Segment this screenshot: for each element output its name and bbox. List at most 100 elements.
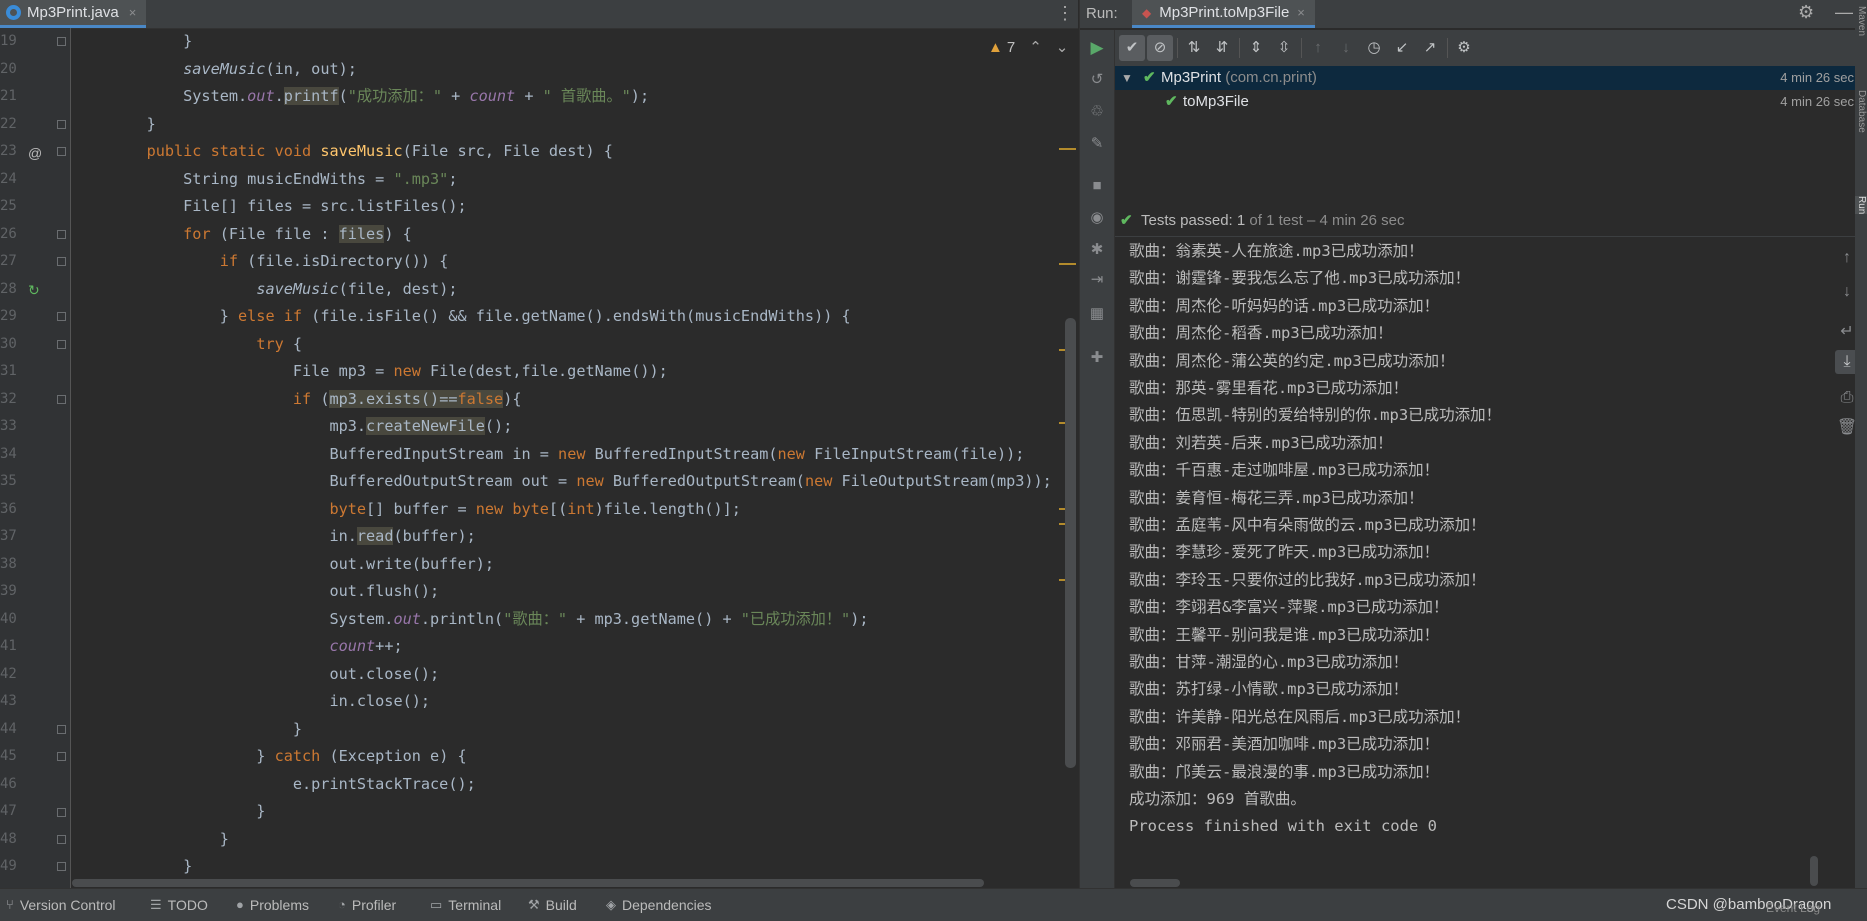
line-number: 49 [0,858,17,874]
editor-vertical-scrollbar[interactable] [1065,318,1076,768]
toggle-autotest-icon[interactable]: ♲ [1087,102,1107,122]
tab-mp3print-java[interactable]: Mp3Print.java × [0,0,147,28]
collapse-all-icon[interactable]: ⇳ [1271,35,1297,61]
code-line: if (mp3.exists()==false){ [292,390,522,408]
code-line: e.printStackTrace(); [110,775,476,793]
test-history-icon[interactable]: ◷ [1361,35,1387,61]
gear-icon[interactable]: ⚙ [1798,2,1814,23]
sort-alpha-icon[interactable]: ⇅ [1181,35,1207,61]
statusbar-label: Dependencies [622,897,712,913]
console-line: 歌曲：王馨平-别问我是谁.mp3已成功添加！ [1129,625,1440,644]
export-tests-icon[interactable]: ↗ [1417,35,1443,61]
show-passed-icon[interactable]: ✔ [1119,35,1145,61]
warning-stripe-mark[interactable] [1059,148,1076,150]
import-tests-icon[interactable]: ↙ [1389,35,1415,61]
sort-duration-icon[interactable]: ⇵ [1209,35,1235,61]
line-number: 45 [0,748,17,764]
fold-marker[interactable] [57,312,66,321]
line-number: 46 [0,776,17,792]
todo-button[interactable]: ☰ TODO [150,889,208,921]
fold-marker[interactable] [57,340,66,349]
exit-icon[interactable]: ⇥ [1087,270,1107,290]
tree-row-test[interactable]: ✔ toMp3File 4 min 26 sec [1115,90,1867,114]
run-config-icon: ◆ [1142,5,1152,20]
fold-marker[interactable] [57,725,66,734]
fold-marker[interactable] [57,835,66,844]
version-control-button[interactable]: ⑂ Version Control [6,889,116,921]
terminal-icon: ▭ [430,897,443,912]
toolbar-separator [1447,38,1448,58]
more-options-icon[interactable]: ⋮ [1056,3,1074,24]
right-tool-strip: Maven Database Run [1855,0,1867,888]
console-line: 歌曲：邝美云-最浪漫的事.mp3已成功添加！ [1129,762,1440,781]
fold-marker[interactable] [57,230,66,239]
fold-marker[interactable] [57,808,66,817]
previous-test-icon[interactable]: ↑ [1305,35,1331,61]
dependencies-button[interactable]: ◈ Dependencies [606,889,712,921]
fold-marker[interactable] [57,752,66,761]
layout-icon[interactable]: ▦ [1087,304,1107,324]
next-test-icon[interactable]: ↓ [1333,35,1359,61]
console-line: 歌曲：李玲玉-只要你过的比我好.mp3已成功添加！ [1129,570,1486,589]
debug-icon[interactable]: ✱ [1087,240,1107,260]
fold-marker[interactable] [57,395,66,404]
wrench-icon[interactable]: ✎ [1087,134,1107,154]
fold-marker[interactable] [57,862,66,871]
fold-marker[interactable] [57,120,66,129]
chevron-up-icon[interactable]: ⌃ [1029,38,1042,56]
fold-marker[interactable] [57,147,66,156]
warning-icon: ▲ [988,38,1003,56]
problems-button[interactable]: ● Problems [236,889,309,921]
profiler-button[interactable]: ◔ Profiler [338,889,396,921]
inspection-widget[interactable]: ▲ 7 ⌃ ⌄ [988,38,1069,57]
rerun-failed-icon[interactable]: ↺ [1087,70,1107,90]
console-line: 歌曲：姜育恒-梅花三弄.mp3已成功添加！ [1129,488,1424,507]
editor-tab-bar: Mp3Print.java × ⋮ [0,0,1078,29]
line-number: 47 [0,803,17,819]
run-tab-label: Mp3Print.toMp3File [1159,4,1290,21]
warning-stripe-mark[interactable] [1059,263,1076,265]
line-number: 32 [0,391,17,407]
build-button[interactable]: ⚒ Build [528,889,577,921]
console-vertical-scrollbar[interactable] [1810,856,1818,886]
fold-marker[interactable] [57,257,66,266]
recursive-call-icon[interactable]: ↻ [28,282,40,299]
console-line: 歌曲：邓丽君-美酒加咖啡.mp3已成功添加！ [1129,735,1440,754]
run-side-tab[interactable]: Run [1855,196,1867,215]
line-number: 26 [0,226,17,242]
minimize-icon[interactable]: — [1835,2,1853,23]
line-number: 37 [0,528,17,544]
settings-icon[interactable]: ⚙ [1451,35,1477,61]
tree-row-suite[interactable]: ▼ ✔ Mp3Print (com.cn.print) 4 min 26 sec [1115,66,1867,90]
tab-run-config[interactable]: ◆ Mp3Print.toMp3File × [1132,0,1315,28]
stop-icon[interactable]: ■ [1087,176,1107,196]
code-line: out.write(buffer); [110,555,495,573]
console-line: 歌曲：千百惠-走过咖啡屋.mp3已成功添加！ [1129,461,1440,480]
camera-icon[interactable]: ◉ [1087,208,1107,228]
console-horizontal-scrollbar[interactable] [1130,879,1180,887]
chevron-down-icon[interactable]: ▼ [1121,66,1133,90]
statusbar-label: Problems [249,897,309,913]
show-ignored-icon[interactable]: ⊘ [1147,35,1173,61]
fold-marker[interactable] [57,37,66,46]
close-icon[interactable]: × [129,5,137,20]
rerun-icon[interactable]: ▶ [1087,38,1107,58]
code-line: File mp3 = new File(dest,file.getName())… [110,362,668,380]
chevron-down-icon[interactable]: ⌄ [1056,38,1069,56]
database-tab[interactable]: Database [1855,90,1867,133]
editor-horizontal-scrollbar[interactable] [72,879,984,887]
editor-pane: Mp3Print.java × ⋮ 19 20 21 22 23 24 25 2… [0,0,1078,888]
maven-tab[interactable]: Maven [1855,6,1867,36]
terminal-button[interactable]: ▭ Terminal [430,889,501,921]
toolbar-separator [1177,38,1178,58]
code-line: mp3.createNewFile(); [110,417,513,435]
console-output[interactable]: 歌曲：翁素英-人在旅途.mp3已成功添加！ 歌曲：谢霆锋-要我怎么忘了他.mp3… [1115,238,1827,888]
code-line: for (File file : files) { [183,225,412,243]
status-bar: ⑂ Version Control ☰ TODO ● Problems ◔ Pr… [0,888,1867,921]
pin-icon[interactable]: ✚ [1087,348,1107,368]
event-log-button[interactable]: Event Log [1766,895,1820,921]
override-at-icon[interactable]: @ [28,145,42,161]
console-line: 歌曲：周杰伦-蒲公英的约定.mp3已成功添加！ [1129,351,1455,370]
close-icon[interactable]: × [1297,5,1305,20]
expand-all-icon[interactable]: ⇕ [1243,35,1269,61]
